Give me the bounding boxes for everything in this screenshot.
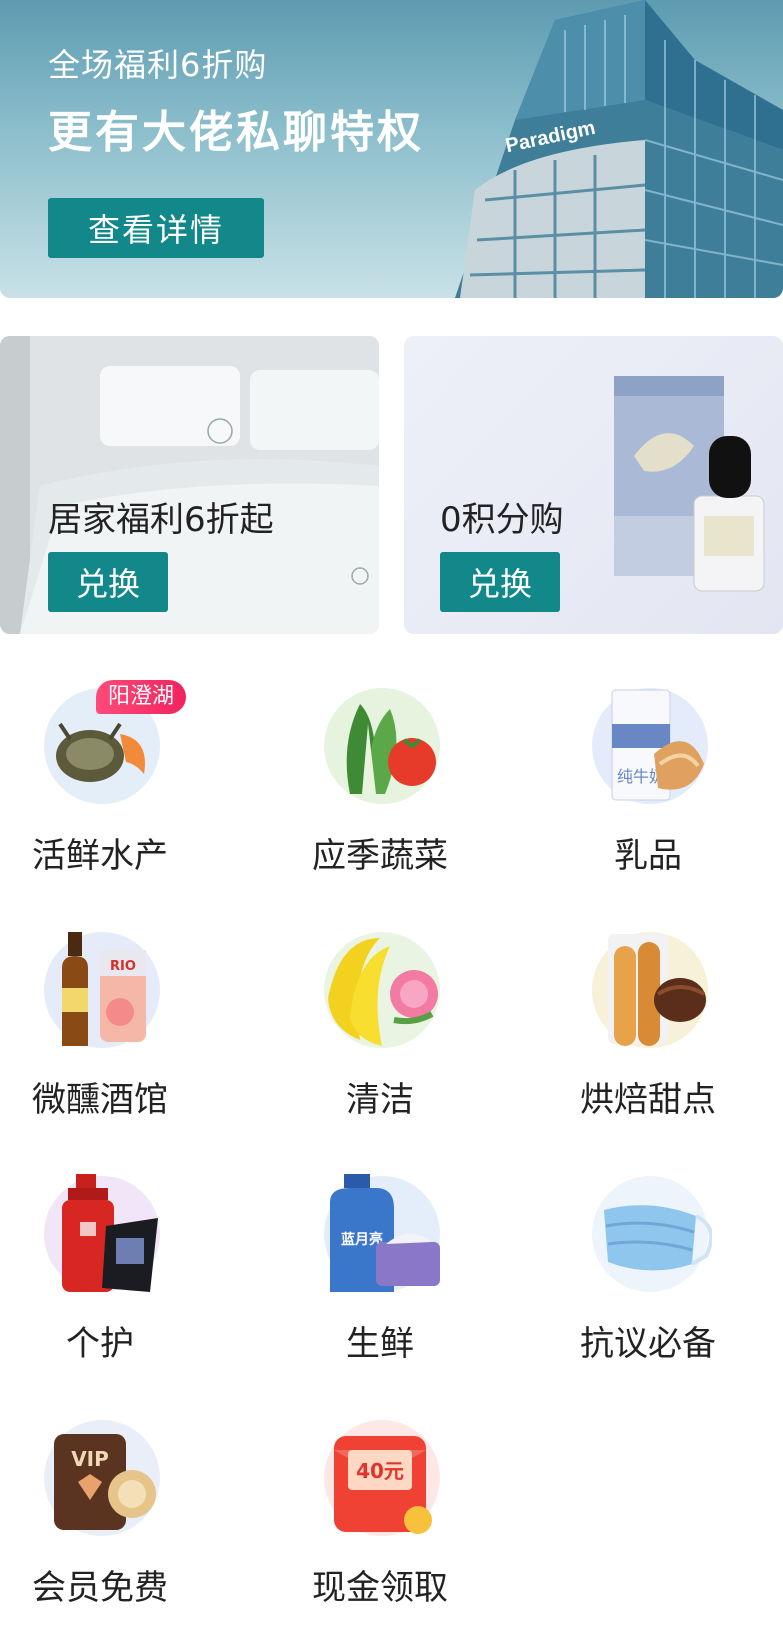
category-label: 活鲜水产	[32, 836, 168, 876]
mask-icon	[592, 1176, 712, 1292]
category-vegetables[interactable]: 应季蔬菜	[280, 670, 480, 890]
svg-text:VIP: VIP	[71, 1447, 109, 1471]
office-building-image	[455, 0, 783, 298]
category-label: 乳品	[614, 836, 682, 876]
hero-subtitle: 全场福利6折购	[48, 46, 268, 84]
detergent-icon: 蓝月亮	[324, 1174, 440, 1292]
beer-drink-icon: RIO	[44, 932, 160, 1048]
baguette-icon	[592, 932, 708, 1048]
category-cash[interactable]: 40元 现金领取	[280, 1402, 480, 1622]
category-cleaning[interactable]: 清洁	[280, 914, 480, 1134]
category-vip-free[interactable]: VIP 会员免费	[0, 1402, 200, 1622]
category-label: 个护	[66, 1324, 134, 1364]
promo-card-points[interactable]: 0积分购 兑换	[404, 336, 783, 634]
category-bar[interactable]: RIO 微醺酒馆	[0, 914, 200, 1134]
category-personal-care[interactable]: 个护	[0, 1158, 200, 1378]
badge-yangcheng-lake: 阳澄湖	[96, 680, 187, 714]
category-dairy[interactable]: 纯牛奶 乳品	[548, 670, 748, 890]
category-protection[interactable]: 抗议必备	[548, 1158, 748, 1378]
svg-text:RIO: RIO	[110, 959, 136, 974]
category-bakery[interactable]: 烘焙甜点	[548, 914, 748, 1134]
category-label: 生鲜	[346, 1324, 414, 1364]
promo-home-title: 居家福利6折起	[48, 500, 274, 540]
vip-card-icon: VIP	[44, 1420, 160, 1536]
shampoo-icon	[44, 1174, 160, 1292]
category-label: 应季蔬菜	[312, 836, 448, 876]
banana-flower-icon	[324, 932, 440, 1048]
category-label: 会员免费	[32, 1568, 168, 1608]
svg-text:40元: 40元	[356, 1459, 404, 1483]
red-envelope-icon: 40元	[324, 1420, 440, 1536]
perfume-image	[614, 376, 765, 592]
category-label: 清洁	[346, 1080, 414, 1120]
vegetable-icon	[324, 688, 440, 804]
redeem-home-button[interactable]: 兑换	[48, 552, 168, 612]
redeem-points-button[interactable]: 兑换	[440, 552, 560, 612]
category-fresh[interactable]: 蓝月亮 生鲜	[280, 1158, 480, 1378]
category-label: 微醺酒馆	[32, 1080, 168, 1120]
category-label: 烘焙甜点	[580, 1080, 716, 1120]
category-label: 现金领取	[312, 1568, 448, 1608]
promo-card-home[interactable]: 居家福利6折起 兑换	[0, 336, 379, 634]
category-seafood[interactable]: 阳澄湖 活鲜水产	[0, 670, 200, 890]
promo-points-title: 0积分购	[440, 500, 564, 540]
hero-banner[interactable]: 全场福利6折购 更有大佬私聊特权 查看详情 Paradigm	[0, 0, 783, 298]
milk-bread-icon: 纯牛奶	[592, 688, 708, 804]
view-details-button[interactable]: 查看详情	[48, 198, 264, 258]
category-label: 抗议必备	[580, 1324, 716, 1364]
